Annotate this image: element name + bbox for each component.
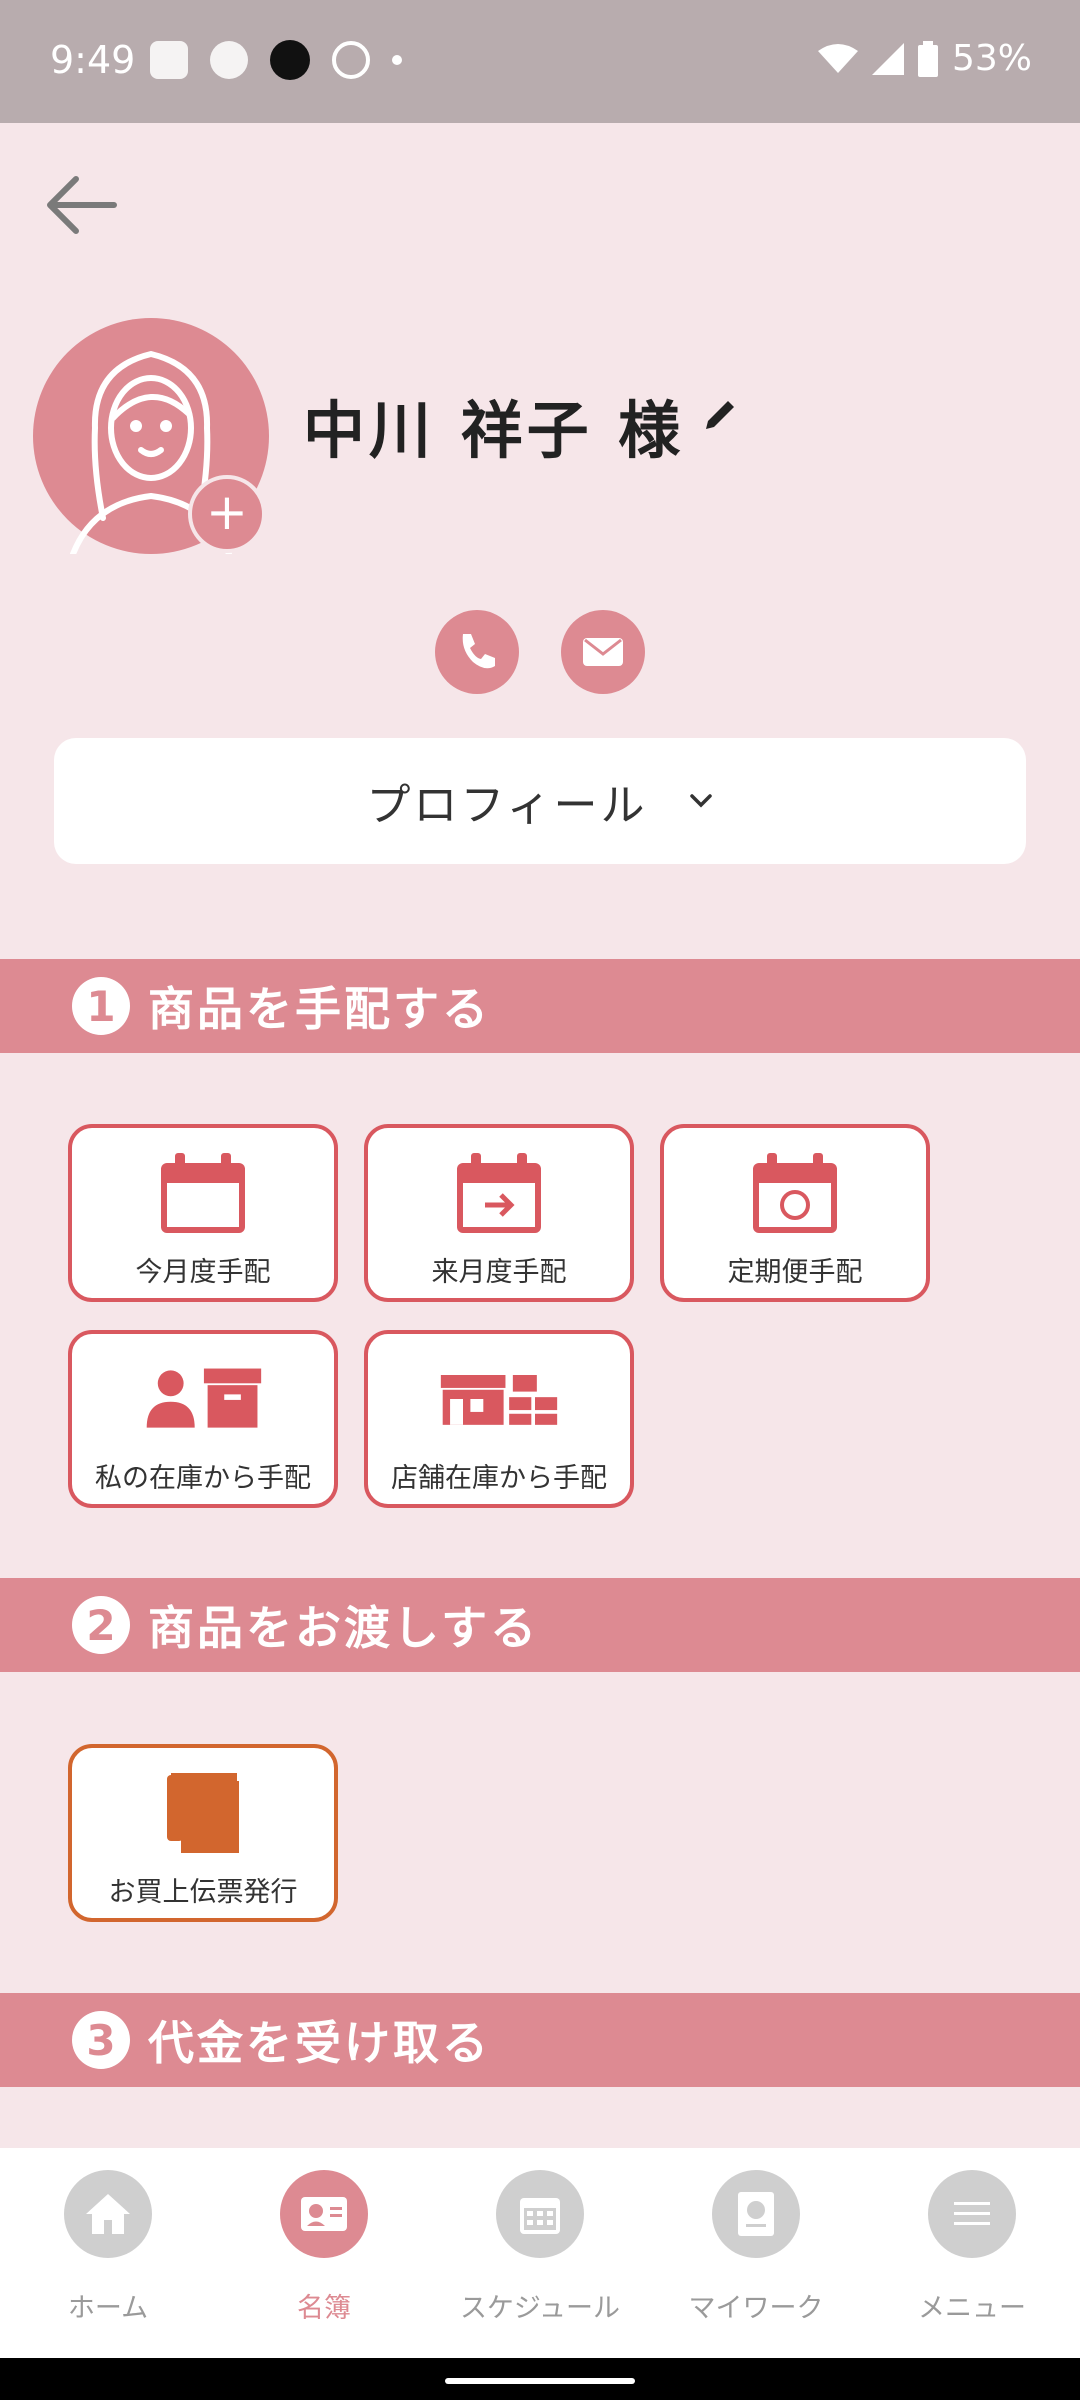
- tab-label: スケジュール: [459, 2293, 621, 2324]
- section-title: 商品をお渡しする: [148, 1601, 540, 1655]
- tile-label: 私の在庫から手配: [95, 1463, 311, 1494]
- teams-icon: [150, 41, 188, 79]
- tile-label: 店舗在庫から手配: [391, 1463, 607, 1494]
- tab-menu[interactable]: メニュー: [864, 2170, 1080, 2325]
- contact-card-icon: [301, 2197, 347, 2231]
- tab-label: 名簿: [297, 2293, 351, 2324]
- tile-next-month[interactable]: 来月度手配: [364, 1124, 634, 1302]
- battery-icon: [917, 40, 938, 77]
- home-gesture-handle[interactable]: [445, 2378, 635, 2384]
- tile-label: お買上伝票発行: [108, 1877, 298, 1908]
- wifi-icon: [817, 43, 858, 73]
- section-title: 商品を手配する: [148, 982, 491, 1036]
- signal-icon: [871, 42, 904, 75]
- section-header-deliver: 2 商品をお渡しする: [0, 1578, 1080, 1672]
- status-bar: 9:49 53%: [0, 0, 1080, 123]
- tab-mywork[interactable]: マイワーク: [648, 2170, 864, 2325]
- back-arrow-icon[interactable]: [40, 165, 120, 245]
- profile-label: プロフィール: [366, 780, 648, 831]
- sync-icon: [332, 41, 370, 79]
- customer-name: 中川 祥子 様: [303, 394, 685, 467]
- phone-icon: [462, 634, 495, 669]
- system-nav-bar: [0, 2358, 1080, 2400]
- calendar-arrow-icon: [457, 1153, 541, 1233]
- more-notifications-icon: [392, 55, 402, 65]
- mail-icon: [583, 638, 623, 666]
- section-header-arrange: 1 商品を手配する: [0, 959, 1080, 1053]
- battery-percent: 53%: [951, 38, 1032, 79]
- tile-subscription[interactable]: 定期便手配: [660, 1124, 930, 1302]
- tile-label: 来月度手配: [431, 1257, 567, 1288]
- section-title: 代金を受け取る: [148, 2016, 491, 2070]
- calendar-refresh-icon: [753, 1153, 837, 1233]
- section-header-payment: 3 代金を受け取る: [0, 1993, 1080, 2087]
- section-number: 3: [72, 2011, 130, 2069]
- status-time: 9:49: [50, 38, 136, 82]
- tab-schedule[interactable]: スケジュール: [432, 2170, 648, 2325]
- calendar-icon: [520, 2198, 560, 2234]
- mail-button[interactable]: [561, 610, 645, 694]
- tab-contacts[interactable]: 名簿: [216, 2170, 432, 2325]
- edit-pencil-icon[interactable]: [700, 395, 740, 435]
- bottom-tab-bar: ホーム 名簿 スケジュール マイワーク メニュー: [0, 2148, 1080, 2358]
- section-number: 2: [72, 1596, 130, 1654]
- receipt-book-icon: [167, 1773, 239, 1853]
- notification-icons: [150, 40, 402, 80]
- calendar-icon: [161, 1153, 245, 1233]
- system-icons: 53%: [817, 38, 1032, 79]
- tab-label: マイワーク: [688, 2293, 824, 2324]
- store-boxes-icon: [440, 1375, 558, 1425]
- tile-my-stock[interactable]: 私の在庫から手配: [68, 1330, 338, 1508]
- tile-label: 定期便手配: [727, 1257, 863, 1288]
- phone-button[interactable]: [435, 610, 519, 694]
- menu-icon: [954, 2202, 990, 2225]
- tab-label: メニュー: [918, 2293, 1026, 2324]
- profile-dropdown[interactable]: プロフィール: [54, 738, 1026, 864]
- section-number: 1: [72, 977, 130, 1035]
- chevron-down-icon: [689, 794, 712, 808]
- home-icon: [86, 2194, 130, 2234]
- tile-receipt-issue[interactable]: お買上伝票発行: [68, 1744, 338, 1922]
- line-icon: [210, 41, 248, 79]
- tab-label: ホーム: [67, 2293, 149, 2324]
- tile-this-month[interactable]: 今月度手配: [68, 1124, 338, 1302]
- person-box-icon: [146, 1368, 262, 1428]
- tile-label: 今月度手配: [135, 1257, 271, 1288]
- tile-store-stock[interactable]: 店舗在庫から手配: [364, 1330, 634, 1508]
- tab-home[interactable]: ホーム: [0, 2170, 216, 2325]
- report-icon: [738, 2192, 774, 2236]
- add-photo-button[interactable]: +: [188, 475, 266, 553]
- app-circle-icon: [270, 40, 310, 80]
